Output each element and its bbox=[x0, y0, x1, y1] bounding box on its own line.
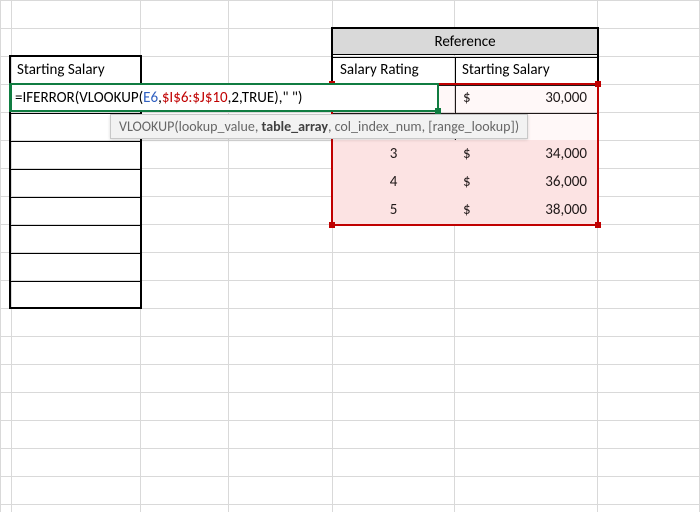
formula-edit-cell[interactable]: =IFERROR(VLOOKUP(E6,$I$6:$J$10,2,TRUE),"… bbox=[9, 83, 439, 112]
reference-title: Reference bbox=[434, 33, 495, 51]
hint-p1[interactable]: lookup_value bbox=[179, 118, 255, 135]
left-table-header: Starting Salary bbox=[12, 56, 139, 83]
spreadsheet-sheet[interactable]: Starting Salary Reference Salary Rating … bbox=[0, 0, 700, 512]
hint-p2[interactable]: table_array bbox=[262, 118, 328, 135]
hint-fn[interactable]: VLOOKUP bbox=[119, 118, 174, 135]
reference-col2-header: Starting Salary bbox=[457, 56, 599, 83]
range-handle-tr[interactable] bbox=[595, 81, 601, 87]
reference-col1-header: Salary Rating bbox=[335, 56, 454, 83]
edit-caret bbox=[9, 83, 12, 112]
reference-title-cell: Reference bbox=[332, 28, 598, 55]
range-handle-br[interactable] bbox=[595, 222, 601, 228]
range-handle-bl[interactable] bbox=[329, 222, 335, 228]
function-hint-tooltip[interactable]: VLOOKUP(lookup_value, table_array, col_i… bbox=[110, 114, 528, 139]
formula-text: =IFERROR(VLOOKUP(E6,$I$6:$J$10,2,TRUE),"… bbox=[15, 89, 302, 107]
hint-p4[interactable]: [range_lookup] bbox=[428, 118, 515, 135]
hint-p3[interactable]: col_index_num bbox=[335, 118, 422, 135]
left-starting-salary-label: Starting Salary bbox=[17, 61, 105, 79]
